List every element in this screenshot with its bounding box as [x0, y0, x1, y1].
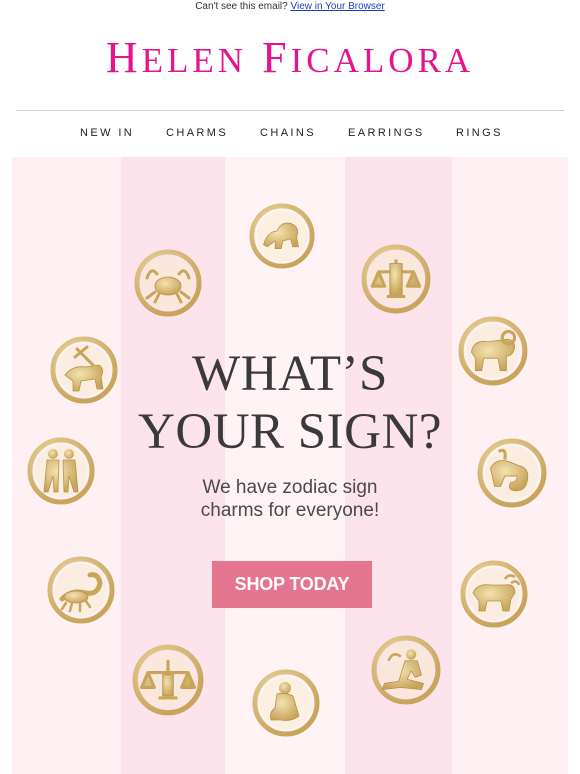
cancer-charm-icon [133, 248, 203, 318]
virgo-charm-icon [251, 668, 321, 738]
hero-subtitle: We have zodiac sign charms for everyone! [12, 476, 568, 522]
libra-charm-icon [131, 643, 205, 717]
scorpio-charm-icon [46, 555, 116, 625]
libra-charm-icon [360, 243, 432, 315]
nav-item-rings[interactable]: RINGS [456, 126, 503, 140]
headline-line-1: WHAT’S [192, 346, 388, 402]
hero-headline: WHAT’S YOUR SIGN? [12, 345, 568, 461]
leo-charm-icon [248, 202, 316, 270]
preheader: Can't see this email? View in Your Brows… [0, 0, 580, 14]
nav-item-new-in[interactable]: NEW IN [80, 126, 134, 140]
nav-item-earrings[interactable]: EARRINGS [348, 126, 425, 140]
header-divider [16, 110, 564, 111]
brand-logo[interactable]: HELEN FICALORA [0, 33, 580, 86]
preheader-text: Can't see this email? [195, 1, 288, 12]
view-in-browser-link[interactable]: View in Your Browser [290, 1, 384, 12]
hero-banner[interactable]: WHAT’S YOUR SIGN? We have zodiac sign ch… [12, 157, 568, 774]
aquarius-charm-icon [370, 634, 442, 706]
subtitle-line-2: charms for everyone! [200, 500, 380, 521]
headline-line-2: YOUR SIGN? [138, 404, 442, 460]
taurus-charm-icon [459, 559, 529, 629]
main-nav: NEW IN CHARMS CHAINS EARRINGS RINGS [0, 126, 580, 142]
subtitle-line-1: We have zodiac sign [202, 477, 378, 498]
nav-item-chains[interactable]: CHAINS [260, 126, 316, 140]
shop-today-button[interactable]: SHOP TODAY [212, 561, 372, 608]
nav-item-charms[interactable]: CHARMS [166, 126, 228, 140]
